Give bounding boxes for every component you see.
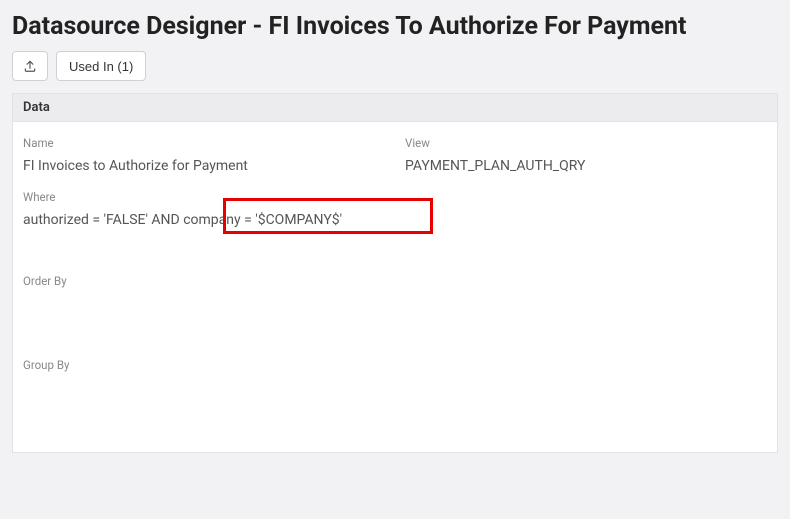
- view-label: View: [405, 136, 767, 150]
- view-field: View PAYMENT_PLAN_AUTH_QRY: [405, 136, 767, 184]
- groupby-label: Group By: [23, 358, 767, 372]
- used-in-button[interactable]: Used In (1): [56, 51, 146, 81]
- name-label: Name: [23, 136, 385, 150]
- orderby-value[interactable]: [23, 290, 767, 350]
- data-panel: Data Name FI Invoices to Authorize for P…: [12, 93, 778, 453]
- data-panel-body: Name FI Invoices to Authorize for Paymen…: [13, 122, 777, 452]
- name-field: Name FI Invoices to Authorize for Paymen…: [23, 136, 385, 184]
- orderby-label: Order By: [23, 274, 767, 288]
- where-field: Where authorized = 'FALSE' AND company =…: [23, 190, 767, 266]
- orderby-field: Order By: [23, 274, 767, 350]
- used-in-label: Used In (1): [69, 59, 133, 74]
- groupby-field: Group By: [23, 358, 767, 434]
- where-label: Where: [23, 190, 767, 204]
- groupby-value[interactable]: [23, 374, 767, 434]
- export-button[interactable]: [12, 51, 48, 81]
- name-value[interactable]: FI Invoices to Authorize for Payment: [23, 152, 385, 184]
- data-panel-header: Data: [13, 94, 777, 122]
- toolbar: Used In (1): [0, 51, 790, 93]
- where-value[interactable]: authorized = 'FALSE' AND company = '$COM…: [23, 206, 342, 266]
- export-icon: [23, 59, 37, 73]
- view-value[interactable]: PAYMENT_PLAN_AUTH_QRY: [405, 152, 767, 184]
- page-title: Datasource Designer - FI Invoices To Aut…: [0, 0, 790, 51]
